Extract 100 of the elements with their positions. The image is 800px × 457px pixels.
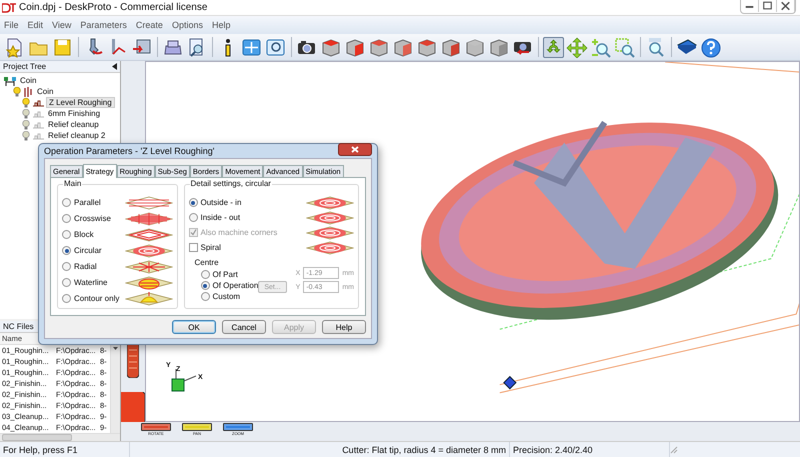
scrollbar[interactable] bbox=[0, 433, 120, 441]
status-text: Cutter: Flat tip, radius 4 = diameter 8 mm bbox=[130, 442, 510, 457]
layout-grid-icon[interactable] bbox=[241, 36, 263, 58]
tree-item[interactable]: Relief cleanup bbox=[46, 120, 101, 129]
strategy-preview-icon bbox=[124, 212, 172, 226]
strategy-preview-icon bbox=[124, 228, 172, 242]
zoom-window-icon[interactable] bbox=[265, 36, 287, 58]
group-title: Detail settings, circular bbox=[190, 179, 272, 188]
app-logo-icon bbox=[2, 2, 16, 12]
radio-option[interactable]: Crosswise bbox=[62, 214, 111, 223]
strategy-preview-icon bbox=[124, 260, 172, 274]
panel-title: NC Files bbox=[3, 322, 34, 331]
close-icon bbox=[351, 146, 359, 152]
checkbox[interactable] bbox=[188, 243, 198, 252]
radio-option[interactable]: Contour only bbox=[62, 294, 120, 303]
radio-option[interactable]: Block bbox=[62, 230, 94, 239]
wheel-control-icon[interactable] bbox=[127, 342, 139, 378]
radio-option[interactable]: Of Operation bbox=[194, 280, 258, 291]
menu-item[interactable]: View bbox=[52, 20, 72, 30]
strategy-preview-icon bbox=[306, 196, 354, 210]
radio-button[interactable] bbox=[188, 213, 198, 222]
resize-grip-icon[interactable] bbox=[670, 446, 678, 454]
panel-title: Project Tree bbox=[3, 62, 46, 71]
close-button[interactable] bbox=[338, 142, 372, 156]
cube-icon[interactable] bbox=[440, 36, 462, 58]
toolbar-button[interactable] bbox=[543, 36, 564, 58]
tree-item[interactable]: Coin bbox=[18, 76, 38, 85]
cube-icon[interactable] bbox=[320, 36, 342, 58]
help-icon[interactable] bbox=[700, 36, 722, 58]
radio-button[interactable] bbox=[62, 214, 71, 223]
window-title: Coin.dpj - DeskProto - Commercial license bbox=[19, 2, 208, 13]
wheel-control[interactable] bbox=[141, 423, 171, 431]
radio-button[interactable] bbox=[188, 198, 198, 207]
radio-button[interactable] bbox=[62, 246, 71, 255]
tree-item[interactable]: Relief cleanup 2 bbox=[46, 131, 108, 140]
scroll-down-arrow-icon[interactable] bbox=[113, 347, 118, 350]
project-icon bbox=[4, 76, 16, 86]
toolpath-icon bbox=[32, 98, 44, 106]
radio-option[interactable]: Waterline bbox=[62, 278, 108, 287]
part-icon bbox=[23, 86, 33, 96]
tree-item[interactable]: Coin bbox=[35, 87, 56, 96]
status-text: For Help, press F1 bbox=[0, 442, 130, 457]
dialog-button[interactable]: Help bbox=[322, 320, 366, 334]
radio-button[interactable] bbox=[200, 281, 210, 290]
dialog-button[interactable]: OK bbox=[172, 320, 216, 334]
menu-item[interactable]: Parameters bbox=[80, 20, 127, 30]
collapse-icon[interactable] bbox=[112, 63, 117, 70]
strategy-preview-icon bbox=[306, 226, 354, 240]
radio-option[interactable]: Inside - out bbox=[188, 213, 240, 222]
radio-button[interactable] bbox=[62, 294, 71, 303]
menu-item[interactable]: File bbox=[4, 20, 19, 30]
toolpath-icon bbox=[32, 132, 44, 140]
radio-button[interactable] bbox=[62, 262, 71, 271]
wheel-control[interactable] bbox=[182, 423, 212, 431]
wheel-control[interactable] bbox=[223, 423, 253, 431]
toolpath-icon bbox=[32, 110, 44, 118]
menu-item[interactable]: Help bbox=[212, 20, 230, 30]
strategy-preview-icon bbox=[306, 240, 354, 254]
light-bulb-icon[interactable] bbox=[13, 86, 21, 96]
light-bulb-icon[interactable] bbox=[22, 120, 30, 130]
light-bulb-icon[interactable] bbox=[22, 98, 30, 108]
strategy-preview-icon bbox=[124, 292, 172, 306]
radio-option[interactable]: Radial bbox=[62, 262, 97, 271]
radio-button[interactable] bbox=[62, 230, 71, 239]
dialog-button[interactable]: Cancel bbox=[222, 320, 266, 334]
cube-icon[interactable] bbox=[344, 36, 366, 58]
group-title: Main bbox=[63, 179, 82, 188]
cube-icon[interactable] bbox=[368, 36, 390, 58]
checkbox-option[interactable]: Spiral bbox=[188, 243, 221, 252]
cube-icon[interactable] bbox=[392, 36, 414, 58]
toolpath-icon bbox=[32, 120, 44, 128]
radio-button[interactable] bbox=[62, 198, 71, 207]
cube-icon[interactable] bbox=[464, 36, 486, 58]
light-bulb-icon[interactable] bbox=[22, 108, 30, 118]
menu-item[interactable]: Edit bbox=[28, 20, 44, 30]
menu-item[interactable]: Create bbox=[136, 20, 163, 30]
radio-button[interactable] bbox=[200, 292, 210, 301]
tree-item[interactable]: Z Level Roughing bbox=[46, 97, 115, 108]
radio-button[interactable] bbox=[200, 270, 210, 279]
radio-option[interactable]: Circular bbox=[62, 246, 102, 255]
radio-button[interactable] bbox=[62, 278, 71, 287]
zoom-area-icon[interactable] bbox=[614, 36, 636, 58]
strategy-preview-icon bbox=[306, 210, 354, 224]
cube-icon[interactable] bbox=[488, 36, 510, 58]
strategy-preview-icon bbox=[124, 244, 172, 258]
strategy-preview-icon bbox=[124, 276, 172, 290]
radio-option[interactable]: Custom bbox=[194, 291, 258, 302]
strategy-preview-icon bbox=[124, 196, 172, 210]
menu-item[interactable]: Options bbox=[172, 20, 203, 30]
move-arrows-icon[interactable] bbox=[566, 36, 588, 58]
tree-item[interactable]: 6mm Finishing bbox=[46, 109, 102, 118]
cube-icon[interactable] bbox=[416, 36, 438, 58]
radio-option[interactable]: Outside - in bbox=[188, 198, 242, 207]
radio-option[interactable]: Parallel bbox=[62, 198, 101, 207]
light-bulb-icon[interactable] bbox=[22, 130, 30, 140]
section-label: Centre bbox=[194, 258, 220, 267]
zoom-icon[interactable] bbox=[590, 36, 612, 58]
origin-cube-icon bbox=[503, 376, 517, 390]
status-text: Precision: 2.40/2.40 bbox=[510, 442, 670, 457]
radio-option[interactable]: Of Part bbox=[194, 269, 258, 280]
